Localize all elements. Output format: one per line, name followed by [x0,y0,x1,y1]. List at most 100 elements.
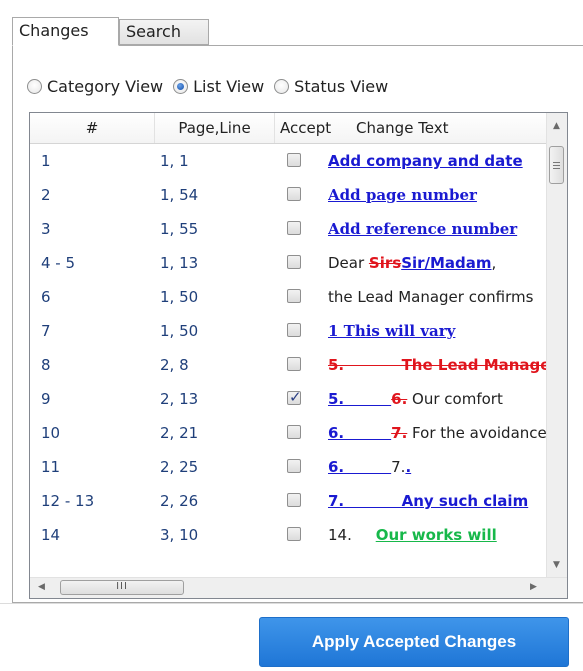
table-row[interactable]: 9 2, 13 5. 6. Our comfort [30,382,547,416]
accept-checkbox[interactable] [287,493,301,507]
horizontal-scroll-thumb[interactable]: III [60,580,184,595]
scroll-down-icon[interactable]: ▼ [553,560,560,570]
change-text-segment: Dear [328,254,369,272]
change-page-line: 2, 8 [160,356,189,374]
column-header-number[interactable]: # [30,113,155,143]
change-text: 6. 7.. [328,450,547,484]
table-row[interactable]: 11 2, 25 6. 7.. [30,450,547,484]
change-text-segment: 7. Any such claim [328,492,529,510]
change-text: 7. Any such claim [328,484,547,518]
change-text-segment: 7. [391,458,406,476]
table-row[interactable]: 7 1, 50 1 This will vary [30,314,547,348]
list-view-label: List View [193,76,265,96]
list-rows: 1 1, 1 Add company and date 2 1, 54 Add page … [30,144,547,568]
accept-checkbox[interactable] [287,255,301,269]
change-text-segment: 6. [328,424,392,442]
tab-changes[interactable]: Changes [12,17,119,46]
change-text-segment: Add company and date [328,152,523,170]
change-text: Dear SirsSir/Madam, [328,246,547,280]
accept-checkbox[interactable] [287,388,302,406]
list-header: # Page,Line Accept Change Text [30,113,547,144]
category-view-option[interactable]: Category View [27,77,163,96]
category-view-label: Category View [47,76,164,96]
column-header-accept[interactable]: Accept [275,113,341,143]
horizontal-scrollbar[interactable]: ◀ III ▶ [30,577,567,598]
status-view-radio[interactable] [274,78,290,94]
change-number: 8 [41,356,51,374]
accept-checkbox[interactable] [287,527,301,541]
change-page-line: 1, 50 [160,322,199,340]
change-text-segment: 5. The Lead Manager [328,356,547,374]
table-row[interactable]: 10 2, 21 6. 7. For the avoidance [30,416,547,450]
change-text: Add page number [328,178,547,212]
table-row[interactable]: 12 - 13 2, 26 7. Any such claim [30,484,547,518]
table-row[interactable]: 4 - 5 1, 13 Dear SirsSir/Madam, [30,246,547,280]
table-row[interactable]: 1 1, 1 Add company and date [30,144,547,178]
scroll-left-icon[interactable]: ◀ [38,582,45,592]
column-header-change-text[interactable]: Change Text [341,113,547,143]
list-view-option[interactable]: List View [173,77,264,96]
table-row[interactable]: 3 1, 55 Add reference number [30,212,547,246]
change-number: 12 - 13 [41,492,95,510]
change-number: 7 [41,322,51,340]
change-page-line: 1, 55 [160,220,199,238]
change-text-segment: 14. [328,526,376,544]
vertical-scrollbar[interactable]: ▲ ▼ [546,113,567,578]
accept-checkbox[interactable] [287,187,301,201]
change-text: 5. 6. Our comfort [328,382,547,416]
change-text-segment: 5. [328,390,392,408]
view-mode-group: Category View List View Status View [27,75,392,97]
change-text-segment: Sirs [368,254,402,272]
change-text-segment: . [405,458,412,476]
table-row[interactable]: 14 3, 10 14. Our works will [30,518,547,552]
change-number: 14 [41,526,61,544]
list-view-radio[interactable] [173,78,189,94]
change-page-line: 2, 26 [160,492,199,510]
change-text: 14. Our works will [328,518,547,552]
accept-checkbox[interactable] [287,459,301,473]
change-text-segment: For the avoidance [407,424,547,442]
changes-list[interactable]: # Page,Line Accept Change Text 1 1, 1 Add … [29,112,568,599]
change-text: Add company and date [328,144,547,178]
change-text: 1 This will vary [328,314,547,348]
table-row[interactable]: 8 2, 8 5. The Lead Manager [30,348,547,382]
change-page-line: 1, 13 [160,254,199,272]
accept-checkbox[interactable] [287,153,301,167]
change-text-segment: , [491,254,497,272]
apply-accepted-changes-button[interactable]: Apply Accepted Changes [259,617,569,667]
status-view-label: Status View [294,76,389,96]
table-row[interactable]: 6 1, 50 the Lead Manager confirms [30,280,547,314]
change-text: 5. The Lead Manager [328,348,547,382]
category-view-radio[interactable] [27,78,42,94]
change-page-line: 1, 50 [160,288,199,306]
change-text-segment: 1 This will vary [328,322,456,340]
change-page-line: 2, 21 [160,424,199,442]
status-view-option[interactable]: Status View [274,77,388,96]
scroll-up-icon[interactable]: ▲ [553,121,560,131]
change-page-line: 1, 1 [160,152,189,170]
change-text-segment: Add reference number [328,220,518,238]
divider [0,603,583,604]
tab-search[interactable]: Search [119,19,209,45]
change-text-segment: Sir/Madam [401,254,492,272]
change-number: 4 - 5 [41,254,76,272]
accept-checkbox[interactable] [287,289,301,303]
change-text: the Lead Manager confirms [328,280,547,314]
change-text-segment: Our works will [375,526,497,544]
scroll-right-icon[interactable]: ▶ [530,582,537,592]
change-text-segment: 6. [328,458,392,476]
change-text: Add reference number [328,212,547,246]
accept-checkbox[interactable] [287,357,301,371]
accept-checkbox[interactable] [287,323,301,337]
accept-checkbox[interactable] [287,221,301,235]
change-text-segment: the Lead Manager confirms [328,288,534,306]
table-row[interactable]: 2 1, 54 Add page number [30,178,547,212]
accept-checkbox[interactable] [287,425,301,439]
column-header-page-line[interactable]: Page,Line [155,113,275,143]
change-page-line: 2, 25 [160,458,199,476]
change-page-line: 2, 13 [160,390,199,408]
change-number: 10 [41,424,61,442]
vertical-scroll-thumb[interactable] [549,146,564,184]
change-number: 9 [41,390,51,408]
change-number: 2 [41,186,51,204]
